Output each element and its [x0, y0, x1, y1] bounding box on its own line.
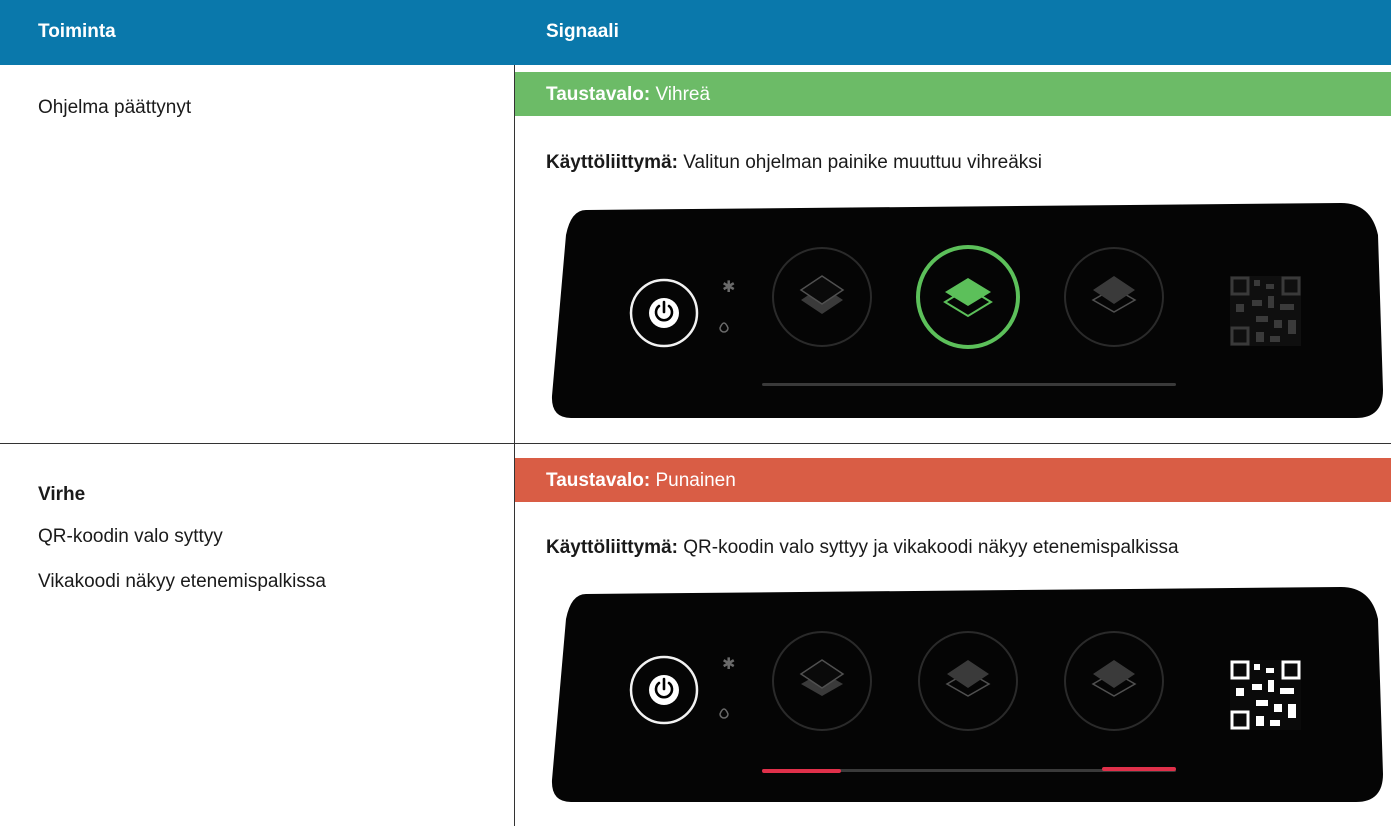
row1-backlight-label: Taustavalo: [546, 84, 651, 105]
row1-ui-label: Käyttöliittymä: [546, 152, 678, 173]
row2-backlight-value: Punainen [655, 470, 736, 491]
column-header-signaali: Signaali [546, 21, 619, 42]
qr-code-icon [1230, 276, 1301, 346]
column-divider [514, 65, 515, 826]
row2-action-title: Virhe [38, 484, 86, 505]
control-panel-error: ✱ [546, 584, 1385, 805]
table-header: Toiminta Signaali [0, 0, 1391, 65]
row2-ui-description: Käyttöliittymä: QR-koodin valo syttyy ja… [546, 537, 1179, 559]
error-indicator-left [762, 769, 841, 773]
row2-ui-value: QR-koodin valo syttyy ja vikakoodi näkyy… [683, 537, 1179, 558]
row1-ui-description: Käyttöliittymä: Valitun ohjelman painike… [546, 152, 1042, 174]
bluetooth-icon: ✱ [722, 654, 735, 673]
row2-action-line-1: QR-koodin valo syttyy [38, 526, 223, 547]
row2-ui-label: Käyttöliittymä: [546, 537, 678, 558]
row-divider [0, 443, 1391, 444]
error-indicator-right [1102, 767, 1176, 771]
column-header-toiminta: Toiminta [38, 21, 116, 42]
row1-action: Ohjelma päättynyt [38, 97, 192, 118]
progress-bar [762, 383, 1176, 386]
row1-ui-value: Valitun ohjelman painike muuttuu vihreäk… [683, 152, 1042, 173]
row2-backlight-band: Taustavalo: Punainen [515, 458, 1391, 502]
control-panel-program-finished: ✱ [546, 200, 1385, 421]
qr-code-icon [1230, 660, 1301, 730]
bluetooth-icon: ✱ [722, 277, 735, 296]
row2-action-line-2: Vikakoodi näkyy etenemispalkissa [38, 571, 326, 592]
row2-backlight-label: Taustavalo: [546, 470, 651, 491]
row1-backlight-value: Vihreä [655, 84, 711, 105]
row1-backlight-band: Taustavalo: Vihreä [515, 72, 1391, 116]
